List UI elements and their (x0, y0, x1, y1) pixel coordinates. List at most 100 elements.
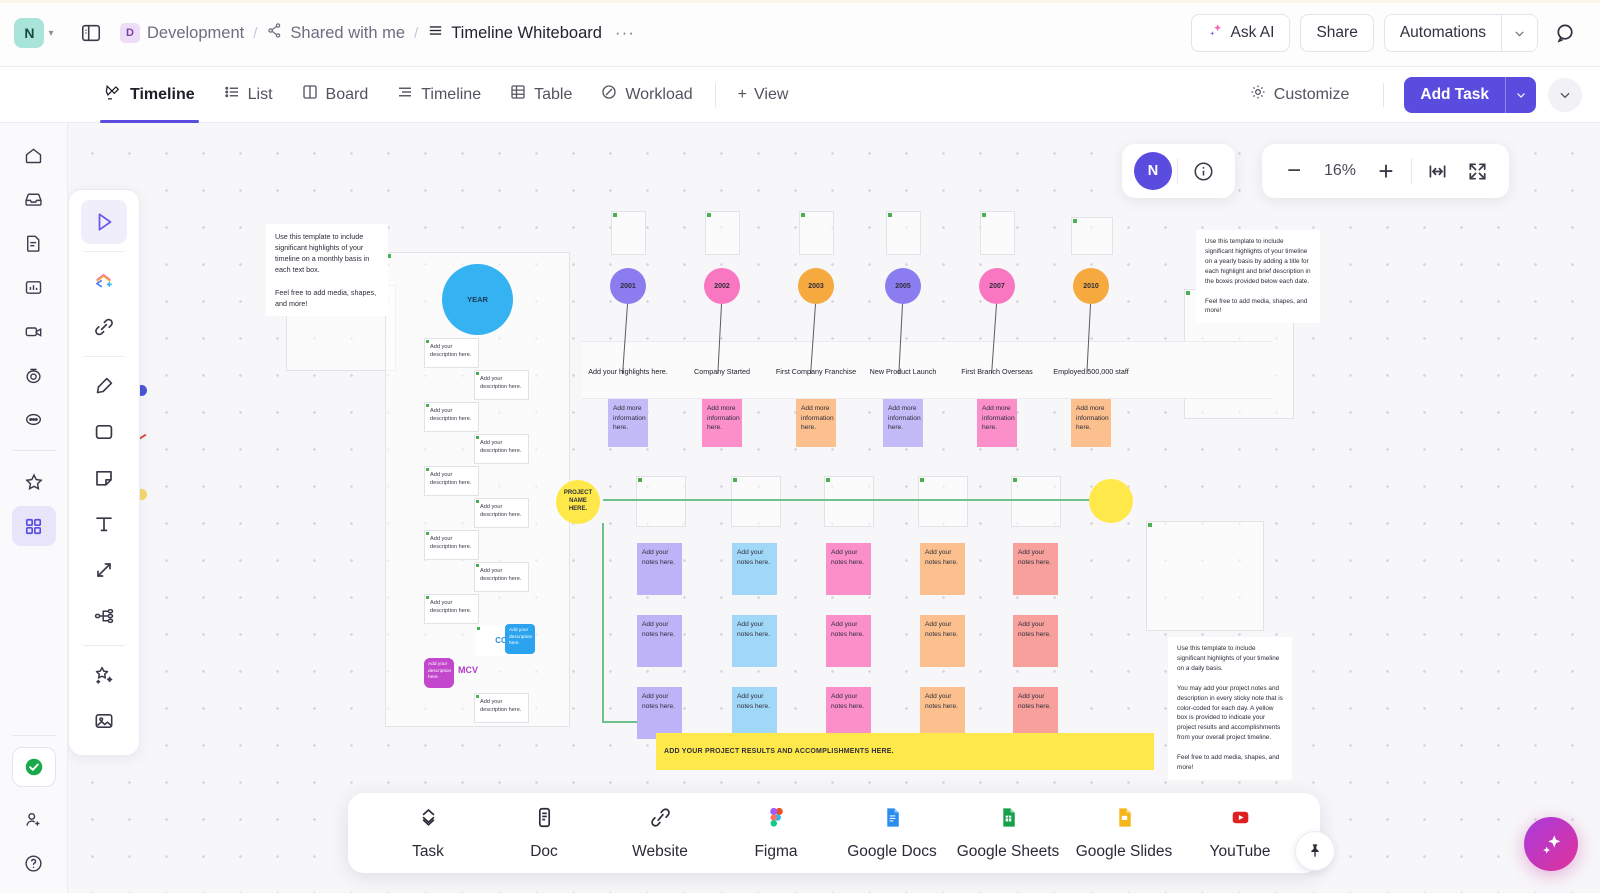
timeline-media-frame[interactable] (886, 211, 921, 255)
zoom-out-button[interactable]: − (1274, 151, 1314, 191)
mindmap-purple-sticky[interactable]: Add your description here. (424, 658, 454, 688)
project-sticky-note[interactable]: Add your notes here. (1013, 543, 1058, 595)
project-name-circle[interactable]: PROJECT NAME HERE. (556, 480, 600, 524)
avatar[interactable]: N (1134, 152, 1172, 190)
image-tool[interactable] (81, 699, 127, 743)
project-sticky-note[interactable]: Add your notes here. (920, 615, 965, 667)
project-sticky-note[interactable]: Add your notes here. (920, 687, 965, 739)
ghost-frame-bottom-right[interactable] (1146, 521, 1264, 631)
tab-workload[interactable]: Workload (586, 67, 706, 123)
dock-item-task[interactable]: Task (374, 805, 482, 861)
year-bubble[interactable]: YEAR (442, 264, 513, 335)
project-sticky-note[interactable]: Add your notes here. (732, 543, 777, 595)
more-icon[interactable] (12, 399, 56, 439)
timeline-media-frame[interactable] (1071, 217, 1113, 255)
project-sticky-note[interactable]: Add your notes here. (637, 687, 682, 739)
tab-table[interactable]: Table (495, 67, 586, 123)
zoom-in-button[interactable]: + (1366, 151, 1406, 191)
connector-arrow-tool[interactable] (81, 548, 127, 592)
info-icon[interactable] (1183, 151, 1223, 191)
dashboards-icon[interactable] (12, 267, 56, 307)
tab-timeline[interactable]: Timeline (382, 67, 495, 123)
project-media-frame[interactable] (636, 476, 686, 527)
tab-whiteboard-timeline[interactable]: Timeline (90, 67, 209, 123)
ai-magic-tool[interactable] (81, 653, 127, 697)
project-sticky-note[interactable]: Add your notes here. (826, 687, 871, 739)
timeline-year-circle[interactable]: 2002 (704, 268, 740, 304)
marker-pen-tool[interactable] (81, 364, 127, 408)
mindmap-box[interactable]: Add your description here. (424, 466, 479, 496)
add-task-button[interactable]: Add Task (1404, 76, 1536, 113)
ai-assistant-fab[interactable] (1524, 817, 1578, 871)
inbox-icon[interactable] (12, 179, 56, 219)
mindmap-box[interactable]: Add your description here. (424, 594, 479, 624)
whiteboard-canvas[interactable]: N − 16% + Use this template to include s… (68, 123, 1600, 893)
project-media-frame[interactable] (1011, 476, 1061, 527)
mindmap-box[interactable]: Add your description here. (424, 402, 479, 432)
mindmap-blue-sticky[interactable]: Add your description here. (505, 624, 535, 654)
project-sticky-note[interactable]: Add your notes here. (826, 543, 871, 595)
tab-list[interactable]: List (209, 67, 287, 123)
help-circle-icon[interactable] (12, 843, 56, 883)
timer-icon[interactable] (12, 355, 56, 395)
text-tool[interactable] (81, 502, 127, 546)
dock-item-google-slides[interactable]: Google Slides (1070, 805, 1178, 861)
fullscreen-icon[interactable] (1457, 151, 1497, 191)
note-card-monthly[interactable]: Use this template to include significant… (266, 224, 388, 317)
share-button[interactable]: Share (1300, 14, 1374, 52)
shapes-add-tool[interactable] (81, 259, 127, 303)
tab-board[interactable]: Board (287, 67, 383, 123)
fit-width-icon[interactable] (1417, 151, 1457, 191)
breadcrumb-item-timeline-whiteboard[interactable]: Timeline Whiteboard (427, 22, 602, 44)
sidebar-item-favorites[interactable] (12, 462, 56, 502)
timeline-year-circle[interactable]: 2010 (1073, 268, 1109, 304)
clips-icon[interactable] (12, 311, 56, 351)
home-icon[interactable] (12, 135, 56, 175)
mindmap-box[interactable]: Add your description here. (424, 530, 479, 560)
project-sticky-note[interactable]: Add your notes here. (826, 615, 871, 667)
green-check-icon[interactable] (11, 747, 56, 787)
timeline-event-note[interactable]: Add more information here. (883, 399, 923, 447)
project-sticky-note[interactable]: Add your notes here. (637, 615, 682, 667)
project-sticky-note[interactable]: Add your notes here. (1013, 615, 1058, 667)
invite-user-icon[interactable] (12, 799, 56, 839)
mindmap-tool[interactable] (81, 594, 127, 638)
mindmap-box[interactable]: Add your description here. (474, 370, 529, 400)
dock-item-website[interactable]: Website (606, 805, 714, 861)
timeline-year-circle[interactable]: 2005 (885, 268, 921, 304)
timeline-media-frame[interactable] (799, 211, 834, 255)
automations-caret-icon[interactable] (1501, 15, 1537, 51)
automations-button[interactable]: Automations (1383, 14, 1538, 52)
docs-icon[interactable] (12, 223, 56, 263)
project-sticky-note[interactable]: Add your notes here. (732, 615, 777, 667)
toggle-sidebar-button[interactable] (80, 22, 102, 44)
mindmap-box[interactable]: Add your description here. (424, 338, 479, 368)
timeline-year-circle[interactable]: 2003 (798, 268, 834, 304)
note-card-daily[interactable]: Use this template to include significant… (1168, 637, 1292, 780)
timeline-event-note[interactable]: Add more information here. (608, 399, 648, 447)
project-sticky-note[interactable]: Add your notes here. (920, 543, 965, 595)
view-overflow-button[interactable] (1548, 77, 1582, 112)
mindmap-box[interactable]: Add your description here. (474, 498, 529, 528)
pin-icon[interactable] (1295, 831, 1335, 871)
more-options-icon[interactable]: ··· (615, 23, 635, 43)
project-media-frame[interactable] (918, 476, 968, 527)
timeline-event-note[interactable]: Add more information here. (977, 399, 1017, 447)
add-task-caret-icon[interactable] (1505, 76, 1536, 113)
timeline-event-note[interactable]: Add more information here. (796, 399, 836, 447)
mindmap-box[interactable]: Add your description here. (474, 434, 529, 464)
rectangle-tool[interactable] (81, 410, 127, 454)
dock-item-youtube[interactable]: YouTube (1186, 805, 1294, 861)
dock-item-doc[interactable]: Doc (490, 805, 598, 861)
breadcrumb-item-development[interactable]: D Development (120, 23, 244, 43)
timeline-event-title[interactable]: Employed 500,000 staff (1035, 367, 1147, 376)
add-task-label-seg[interactable]: Add Task (1404, 77, 1505, 113)
sticky-note-tool[interactable] (81, 456, 127, 500)
timeline-year-circle[interactable]: 2001 (610, 268, 646, 304)
timeline-event-note[interactable]: Add more information here. (702, 399, 742, 447)
sidebar-item-spaces[interactable] (11, 506, 56, 546)
add-view-button[interactable]: + View (724, 67, 803, 123)
project-sticky-note[interactable]: Add your notes here. (637, 543, 682, 595)
customize-button[interactable]: Customize (1235, 67, 1364, 123)
mindmap-box[interactable]: Add your description here. (474, 562, 529, 592)
